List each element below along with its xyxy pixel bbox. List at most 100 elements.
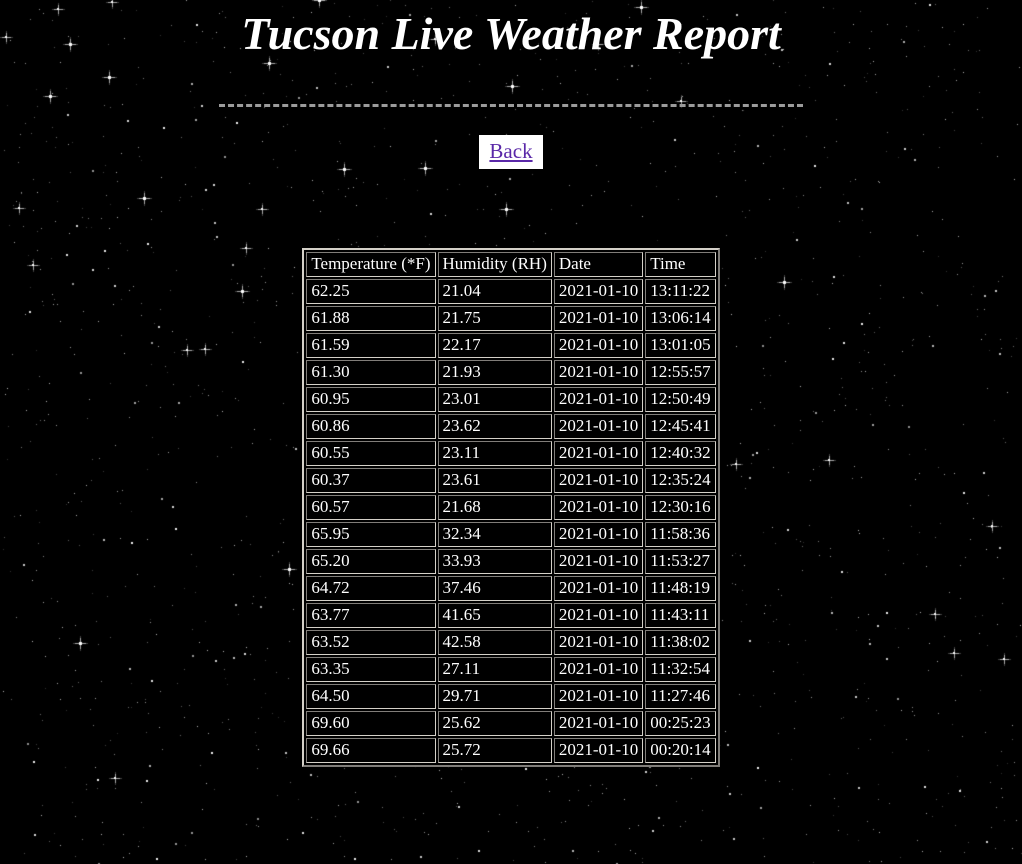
cell-temperature: 64.72	[306, 575, 436, 601]
cell-humidity: 22.17	[437, 332, 552, 358]
cell-humidity: 23.11	[437, 440, 552, 466]
cell-date: 2021-01-10	[553, 440, 644, 466]
cell-time: 12:30:16	[645, 494, 716, 520]
cell-humidity: 21.68	[437, 494, 552, 520]
cell-time: 00:25:23	[645, 710, 716, 736]
column-header-humidity: Humidity (RH)	[437, 251, 552, 277]
cell-humidity: 42.58	[437, 629, 552, 655]
cell-time: 12:45:41	[645, 413, 716, 439]
cell-date: 2021-01-10	[553, 467, 644, 493]
table-row: 64.50 29.71 2021-01-10 11:27:46	[306, 683, 716, 709]
cell-date: 2021-01-10	[553, 305, 644, 331]
table-row: 63.52 42.58 2021-01-10 11:38:02	[306, 629, 716, 655]
table-row: 60.86 23.62 2021-01-10 12:45:41	[306, 413, 716, 439]
cell-humidity: 25.62	[437, 710, 552, 736]
table-header: Temperature (*F) Humidity (RH) Date Time	[306, 251, 716, 277]
cell-date: 2021-01-10	[553, 521, 644, 547]
table-row: 60.55 23.11 2021-01-10 12:40:32	[306, 440, 716, 466]
cell-temperature: 63.35	[306, 656, 436, 682]
table-row: 61.59 22.17 2021-01-10 13:01:05	[306, 332, 716, 358]
cell-time: 12:55:57	[645, 359, 716, 385]
cell-date: 2021-01-10	[553, 710, 644, 736]
cell-humidity: 21.75	[437, 305, 552, 331]
table-row: 64.72 37.46 2021-01-10 11:48:19	[306, 575, 716, 601]
cell-temperature: 60.95	[306, 386, 436, 412]
cell-temperature: 61.88	[306, 305, 436, 331]
cell-humidity: 37.46	[437, 575, 552, 601]
cell-time: 12:40:32	[645, 440, 716, 466]
cell-date: 2021-01-10	[553, 629, 644, 655]
cell-temperature: 63.77	[306, 602, 436, 628]
cell-date: 2021-01-10	[553, 575, 644, 601]
cell-humidity: 23.01	[437, 386, 552, 412]
cell-time: 13:11:22	[645, 278, 716, 304]
cell-humidity: 27.11	[437, 656, 552, 682]
back-link[interactable]: Back	[489, 139, 532, 163]
cell-humidity: 25.72	[437, 737, 552, 763]
cell-humidity: 21.04	[437, 278, 552, 304]
table-row: 63.35 27.11 2021-01-10 11:32:54	[306, 656, 716, 682]
cell-humidity: 33.93	[437, 548, 552, 574]
cell-temperature: 62.25	[306, 278, 436, 304]
cell-humidity: 32.34	[437, 521, 552, 547]
back-button[interactable]: Back	[479, 134, 543, 169]
table-row: 65.20 33.93 2021-01-10 11:53:27	[306, 548, 716, 574]
cell-temperature: 60.86	[306, 413, 436, 439]
cell-temperature: 63.52	[306, 629, 436, 655]
table-row: 69.66 25.72 2021-01-10 00:20:14	[306, 737, 716, 763]
cell-temperature: 60.37	[306, 467, 436, 493]
table-row: 63.77 41.65 2021-01-10 11:43:11	[306, 602, 716, 628]
cell-date: 2021-01-10	[553, 386, 644, 412]
cell-time: 11:53:27	[645, 548, 716, 574]
cell-date: 2021-01-10	[553, 602, 644, 628]
cell-temperature: 65.95	[306, 521, 436, 547]
cell-date: 2021-01-10	[553, 413, 644, 439]
cell-date: 2021-01-10	[553, 494, 644, 520]
table-row: 60.37 23.61 2021-01-10 12:35:24	[306, 467, 716, 493]
cell-temperature: 65.20	[306, 548, 436, 574]
page-title: Tucson Live Weather Report	[241, 8, 781, 59]
cell-date: 2021-01-10	[553, 683, 644, 709]
cell-humidity: 29.71	[437, 683, 552, 709]
cell-temperature: 69.66	[306, 737, 436, 763]
table-header-row: Temperature (*F) Humidity (RH) Date Time	[306, 251, 716, 277]
column-header-time: Time	[645, 251, 716, 277]
cell-temperature: 61.30	[306, 359, 436, 385]
cell-time: 13:06:14	[645, 305, 716, 331]
table-body: 62.25 21.04 2021-01-10 13:11:22 61.88 21.75 20…	[306, 278, 716, 763]
page-content: Tucson Live Weather Report Back Temperat…	[0, 0, 1022, 767]
cell-time: 12:35:24	[645, 467, 716, 493]
cell-date: 2021-01-10	[553, 332, 644, 358]
cell-humidity: 23.62	[437, 413, 552, 439]
cell-date: 2021-01-10	[553, 656, 644, 682]
cell-date: 2021-01-10	[553, 278, 644, 304]
cell-date: 2021-01-10	[553, 548, 644, 574]
table-row: 60.57 21.68 2021-01-10 12:30:16	[306, 494, 716, 520]
cell-date: 2021-01-10	[553, 359, 644, 385]
cell-temperature: 64.50	[306, 683, 436, 709]
cell-time: 13:01:05	[645, 332, 716, 358]
cell-time: 12:50:49	[645, 386, 716, 412]
table-row: 62.25 21.04 2021-01-10 13:11:22	[306, 278, 716, 304]
cell-time: 11:32:54	[645, 656, 716, 682]
cell-humidity: 21.93	[437, 359, 552, 385]
divider-container	[219, 103, 803, 107]
dashed-divider	[219, 103, 803, 107]
table-row: 69.60 25.62 2021-01-10 00:25:23	[306, 710, 716, 736]
table-row: 61.30 21.93 2021-01-10 12:55:57	[306, 359, 716, 385]
cell-time: 11:58:36	[645, 521, 716, 547]
cell-temperature: 61.59	[306, 332, 436, 358]
weather-table-container: Temperature (*F) Humidity (RH) Date Time…	[0, 247, 1022, 767]
cell-temperature: 69.60	[306, 710, 436, 736]
weather-readings-table: Temperature (*F) Humidity (RH) Date Time…	[302, 247, 720, 767]
cell-date: 2021-01-10	[553, 737, 644, 763]
cell-time: 11:48:19	[645, 575, 716, 601]
cell-temperature: 60.57	[306, 494, 436, 520]
column-header-temperature: Temperature (*F)	[306, 251, 436, 277]
cell-time: 11:38:02	[645, 629, 716, 655]
cell-temperature: 60.55	[306, 440, 436, 466]
cell-time: 11:43:11	[645, 602, 716, 628]
cell-humidity: 23.61	[437, 467, 552, 493]
table-row: 60.95 23.01 2021-01-10 12:50:49	[306, 386, 716, 412]
cell-humidity: 41.65	[437, 602, 552, 628]
